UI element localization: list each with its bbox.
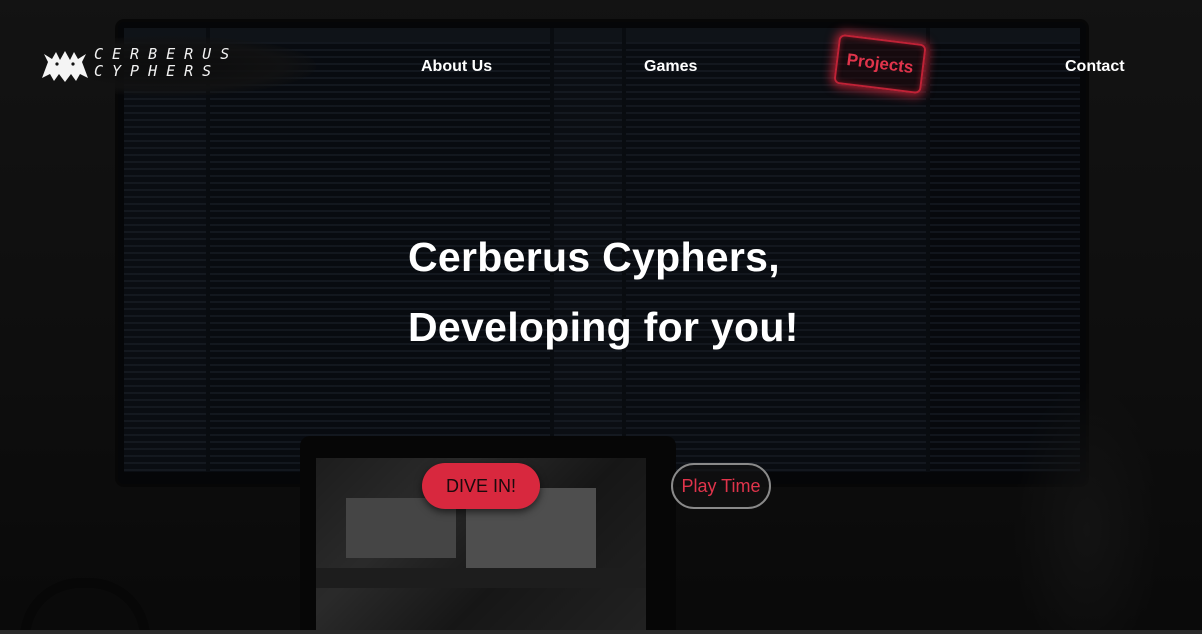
cerberus-dog-icon xyxy=(42,51,88,82)
hero-headline-line1: Cerberus Cyphers, xyxy=(408,234,780,280)
brand-logo[interactable]: Cerberus Cyphers xyxy=(20,36,316,96)
page-bottom-strip xyxy=(0,630,1202,634)
hero-headline: Cerberus Cyphers, Developing for you! xyxy=(408,222,799,362)
nav-link-games[interactable]: Games xyxy=(644,58,697,76)
logo-wordmark-line1: Cerberus xyxy=(94,45,239,63)
nav-link-projects-label: Projects xyxy=(845,49,915,78)
nav-link-projects[interactable]: Projects xyxy=(833,33,927,95)
hero-headline-line2: Developing for you! xyxy=(408,304,799,350)
hero-section: Cerberus Cyphers About Us Games Projects… xyxy=(0,0,1202,630)
nav-link-contact[interactable]: Contact xyxy=(1065,58,1125,76)
play-time-button[interactable]: Play Time xyxy=(671,463,771,509)
dive-in-button[interactable]: DIVE IN! xyxy=(422,463,540,509)
logo-wordmark-line2: Cyphers xyxy=(94,62,221,80)
nav-link-about[interactable]: About Us xyxy=(421,58,492,76)
logo-wordmark: Cerberus Cyphers xyxy=(94,46,238,80)
